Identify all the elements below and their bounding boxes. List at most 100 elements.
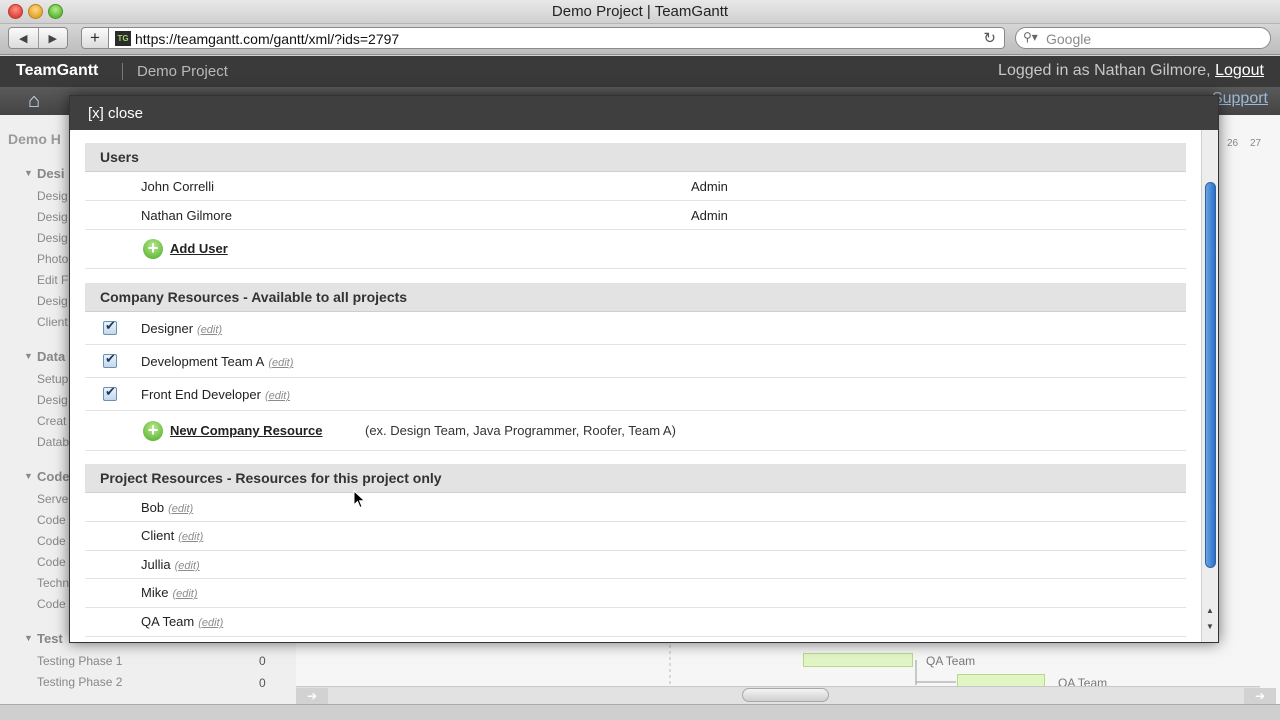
task-item[interactable]: Desig — [37, 231, 68, 245]
scroll-right-arrow-icon[interactable]: ➔ — [1244, 688, 1276, 704]
company-resource-row: Designer(edit) — [85, 312, 1186, 345]
horizontal-scrollbar[interactable]: ➔ ➔ — [296, 686, 1276, 704]
scroll-up-arrow-icon[interactable]: ▲ — [1202, 604, 1218, 618]
add-user-icon[interactable]: + — [143, 239, 163, 259]
resource-name: Mike (edit) — [141, 585, 198, 600]
resource-name-text: Mike — [141, 585, 169, 600]
resources-modal: [x] close Users John Correlli Admin Nath… — [69, 95, 1219, 643]
window-titlebar: Demo Project | TeamGantt — [0, 0, 1280, 24]
support-link[interactable]: Support — [1212, 90, 1268, 108]
back-button[interactable]: ◀ — [9, 28, 39, 48]
gantt-bar-label: QA Team — [926, 654, 976, 668]
company-resource-row: Development Team A(edit) — [85, 345, 1186, 378]
scroll-down-arrow-icon[interactable]: ▼ — [1202, 620, 1218, 634]
browser-toolbar: ◀ ▶ + TG https://teamgantt.com/gantt/xml… — [0, 24, 1280, 55]
browser-status-bar — [0, 704, 1280, 720]
horizontal-scroll-thumb[interactable] — [742, 688, 829, 702]
task-item[interactable]: Code — [37, 555, 66, 569]
task-item[interactable]: Client — [37, 315, 68, 329]
user-row: Nathan Gilmore Admin — [85, 201, 1186, 230]
edit-resource-link[interactable]: (edit) — [175, 560, 200, 572]
url-text[interactable]: https://teamgantt.com/gantt/xml/?ids=279… — [135, 31, 399, 47]
project-title: Demo H — [8, 131, 61, 147]
home-icon[interactable]: ⌂ — [28, 90, 52, 112]
users-section-header: Users — [85, 143, 1186, 172]
task-item[interactable]: Techn — [37, 576, 69, 590]
task-item[interactable]: Desig — [37, 210, 68, 224]
resource-checkbox[interactable] — [103, 351, 117, 368]
task-progress-value: 0 — [259, 676, 266, 690]
add-company-resource-icon[interactable]: + — [143, 421, 163, 441]
new-company-resource-link[interactable]: New Company Resource — [170, 423, 322, 438]
task-item[interactable]: Desig — [37, 294, 68, 308]
task-item[interactable]: Desig — [37, 393, 68, 407]
modal-header: [x] close — [70, 96, 1218, 130]
edit-resource-link[interactable]: (edit) — [168, 503, 193, 515]
task-item[interactable]: Code — [37, 513, 66, 527]
resource-name: Client (edit) — [141, 528, 203, 543]
mouse-cursor-icon — [353, 490, 366, 509]
edit-resource-link[interactable]: (edit) — [172, 588, 197, 600]
edit-resource-link[interactable]: (edit) — [265, 390, 290, 402]
scroll-left-arrow-icon[interactable]: ➔ — [296, 688, 328, 704]
task-item[interactable]: Edit F — [37, 273, 68, 287]
edit-resource-link[interactable]: (edit) — [178, 531, 203, 543]
task-item[interactable]: Desig — [37, 189, 68, 203]
search-field[interactable]: ⚲▾ Google — [1015, 27, 1271, 49]
login-text: Logged in as Nathan Gilmore, — [998, 62, 1216, 79]
task-item[interactable]: Code — [37, 597, 66, 611]
resource-checkbox[interactable] — [103, 318, 117, 335]
company-resource-row: Front End Developer (edit) — [85, 378, 1186, 411]
task-item[interactable]: Setup — [37, 372, 68, 386]
window-title: Demo Project | TeamGantt — [551, 3, 729, 20]
task-group[interactable]: Desi — [24, 166, 65, 181]
resource-name-text: Client — [141, 528, 175, 543]
task-group[interactable]: Code — [24, 469, 69, 484]
resource-name-text: Front End Developer — [141, 387, 261, 402]
task-item-testing-phase-1[interactable]: Testing Phase 1 — [37, 654, 122, 668]
add-bookmark-button[interactable]: + — [81, 27, 109, 49]
address-bar[interactable]: TG https://teamgantt.com/gantt/xml/?ids=… — [109, 27, 1005, 49]
logout-link[interactable]: Logout — [1215, 62, 1264, 79]
resource-name-text: Designer — [141, 321, 194, 336]
user-name: Nathan Gilmore — [141, 208, 233, 223]
user-role: Admin — [691, 208, 728, 223]
login-info: Logged in as Nathan Gilmore, Logout — [998, 62, 1264, 80]
site-favicon: TG — [115, 31, 131, 46]
task-item[interactable]: Datab — [37, 435, 69, 449]
edit-resource-link[interactable]: (edit) — [268, 357, 293, 369]
resource-name-text: Bob — [141, 500, 165, 515]
resource-name: Development Team A (edit) — [141, 354, 293, 369]
gantt-bar[interactable] — [803, 653, 913, 667]
project-resource-row: Jullia (edit) — [85, 551, 1186, 579]
resource-name: Front End Developer (edit) — [141, 387, 290, 402]
new-company-resource-row: + New Company Resource (ex. Design Team,… — [85, 411, 1186, 451]
task-group[interactable]: Test — [24, 631, 63, 646]
search-placeholder: Google — [1046, 31, 1092, 47]
add-user-link[interactable]: Add User — [170, 241, 228, 256]
user-role: Admin — [691, 179, 728, 194]
reload-icon[interactable]: ↻ — [983, 29, 996, 47]
resource-name: QA Team (edit) — [141, 614, 223, 629]
edit-resource-link[interactable]: (edit) — [197, 324, 222, 336]
vertical-scroll-thumb[interactable] — [1205, 182, 1216, 568]
forward-button[interactable]: ▶ — [39, 28, 68, 48]
task-item[interactable]: Serve — [37, 492, 68, 506]
modal-close-button[interactable]: [x] close — [88, 105, 143, 122]
task-group[interactable]: Data — [24, 349, 65, 364]
task-item[interactable]: Creat — [37, 414, 66, 428]
modal-vertical-scrollbar[interactable]: ▲ ▼ — [1201, 130, 1218, 642]
task-item[interactable]: Photo — [37, 252, 68, 266]
task-item[interactable]: Code — [37, 534, 66, 548]
task-item-testing-phase-2[interactable]: Testing Phase 2 — [37, 675, 122, 689]
modal-body: Users John Correlli Admin Nathan Gilmore… — [85, 130, 1201, 642]
edit-resource-link[interactable]: (edit) — [198, 617, 223, 629]
resource-checkbox[interactable] — [103, 384, 117, 401]
project-resources-header: Project Resources - Resources for this p… — [85, 464, 1186, 493]
brand-logo[interactable]: TeamGantt — [16, 62, 98, 80]
resource-name-text: Jullia — [141, 557, 171, 572]
resource-name: Designer (edit) — [141, 321, 222, 336]
search-icon: ⚲▾ — [1023, 30, 1038, 44]
resource-name-text: Development Team A — [141, 354, 265, 369]
project-resource-row: Bob (edit) — [85, 493, 1186, 522]
